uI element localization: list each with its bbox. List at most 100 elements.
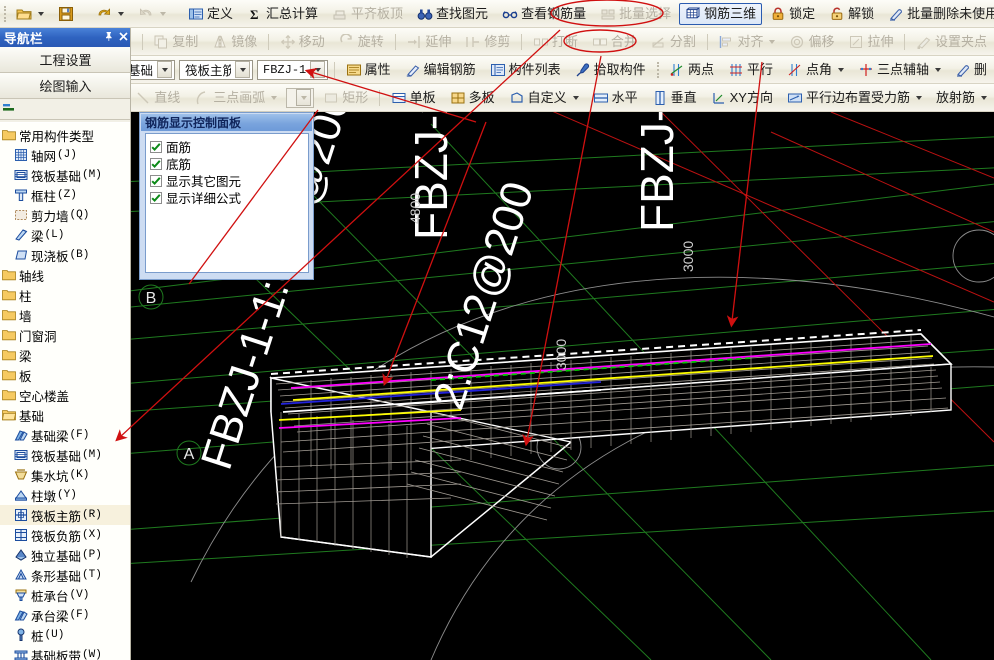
custom-tool-button[interactable]: 自定义	[503, 87, 585, 109]
checkbox-top-rebar[interactable]: 面筋	[150, 138, 308, 155]
two-point-axis-button[interactable]: 两点	[663, 59, 720, 81]
redo-button[interactable]	[132, 3, 172, 25]
chevron-down-icon[interactable]	[118, 11, 124, 16]
xy-direction-tool-button[interactable]: XY方向	[705, 87, 779, 109]
trim-button[interactable]: 修剪	[459, 31, 516, 53]
tree-item-foundation-slab-band[interactable]: 基础板带 (W)	[0, 645, 130, 660]
multi-slab-tool-button[interactable]: 多板	[444, 87, 501, 109]
tree-item-raft-negative-rebar[interactable]: 筏板负筋 (X)	[0, 525, 130, 545]
tree-group-wall[interactable]: 墙	[0, 305, 130, 325]
nav-btn-project-settings[interactable]: 工程设置	[0, 47, 130, 73]
tree-group-common[interactable]: 常用构件类型	[0, 125, 130, 145]
point-angle-axis-button[interactable]: 点角	[781, 59, 850, 81]
rotate-button[interactable]: 旋转	[333, 31, 390, 53]
batch-select-button[interactable]: 批量选择	[594, 3, 677, 25]
undo-button[interactable]	[90, 3, 130, 25]
tree-item-foundation-beam[interactable]: 基础梁 (F)	[0, 425, 130, 445]
chevron-down-icon[interactable]	[572, 95, 579, 100]
set-grip-button[interactable]: 设置夹点	[910, 31, 993, 53]
component-select[interactable]: FBZJ-1	[257, 59, 329, 80]
tree-item-cast-slab[interactable]: 现浇板 (B)	[0, 245, 130, 265]
component-type-tree[interactable]: 常用构件类型 轴网 (J) 筏板基础 (M) 框柱 (Z) 剪力墙 (Q) 梁 (L) 现浇板 (B) 轴…	[0, 122, 130, 660]
tree-item-axis-net[interactable]: 轴网 (J)	[0, 145, 130, 165]
three-point-arc-tool-button[interactable]: 三点画弧	[188, 87, 283, 109]
offset-button[interactable]: 偏移	[783, 31, 840, 53]
vertical-tool-button[interactable]: 垂直	[646, 87, 703, 109]
tree-item-beam[interactable]: 梁 (L)	[0, 225, 130, 245]
minimize-tree-icon[interactable]	[3, 101, 19, 117]
chevron-down-icon[interactable]	[916, 95, 922, 100]
split-button[interactable]: 分割	[645, 31, 702, 53]
checkbox-show-detail-formula[interactable]: 显示详细公式	[150, 189, 308, 206]
rebar-3d-button[interactable]: 钢筋三维	[679, 2, 763, 25]
nav-btn-draw-input[interactable]: 绘图输入	[0, 73, 130, 99]
parallel-edge-rebar-tool-button[interactable]: 平行边布置受力筋	[781, 87, 928, 109]
batch-delete-unused-button[interactable]: 批量删除未使用构件	[882, 3, 994, 25]
delete-aux-axis-button[interactable]: 删	[949, 59, 993, 81]
tree-item-raft-main-rebar[interactable]: 筏板主筋 (R)	[0, 505, 130, 525]
align-button[interactable]: 对齐	[712, 31, 781, 53]
component-select-arrow[interactable]	[310, 61, 326, 78]
line-tool-button[interactable]: 直线	[129, 87, 186, 109]
checkmark-icon[interactable]	[150, 157, 162, 170]
three-point-aux-axis-button[interactable]: 三点辅轴	[852, 59, 947, 81]
move-button[interactable]: 移动	[274, 31, 331, 53]
find-element-button[interactable]: 查找图元	[411, 3, 494, 25]
unlock-button[interactable]: 解锁	[823, 3, 880, 25]
component-type-select-arrow[interactable]	[235, 61, 251, 78]
tree-item-sump[interactable]: 集水坑 (K)	[0, 465, 130, 485]
flush-slab-top-button[interactable]: 平齐板顶	[326, 3, 409, 25]
arc-param-combo[interactable]	[286, 87, 315, 108]
tree-item-shear-wall[interactable]: 剪力墙 (Q)	[0, 205, 130, 225]
rebar-display-control-panel[interactable]: 钢筋显示控制面板 面筋 底筋 显示其它图元 显示详细公式	[139, 112, 314, 280]
tree-group-column[interactable]: 柱	[0, 285, 130, 305]
close-icon[interactable]	[116, 31, 130, 45]
chevron-down-icon[interactable]	[769, 39, 776, 44]
toolbar-grip[interactable]	[656, 61, 659, 78]
toolbar-grip[interactable]	[4, 5, 6, 22]
checkmark-icon[interactable]	[150, 140, 162, 153]
tree-item-pile[interactable]: 桩 (U)	[0, 625, 130, 645]
checkbox-show-other-elements[interactable]: 显示其它图元	[150, 172, 308, 189]
checkmark-icon[interactable]	[150, 174, 162, 187]
chevron-down-icon[interactable]	[981, 95, 988, 100]
category-select-arrow[interactable]	[157, 61, 173, 78]
pick-component-button[interactable]: 拾取构件	[569, 59, 652, 81]
tree-item-raft-foundation-2[interactable]: 筏板基础 (M)	[0, 445, 130, 465]
tree-group-foundation[interactable]: 基础	[0, 405, 130, 425]
tree-item-raft-foundation[interactable]: 筏板基础 (M)	[0, 165, 130, 185]
tree-item-pile-cap[interactable]: 桩承台 (V)	[0, 585, 130, 605]
view-rebar-quantity-button[interactable]: 查看钢筋量	[496, 3, 592, 25]
properties-button[interactable]: 属性	[340, 59, 397, 81]
tree-item-column-pier[interactable]: 柱墩 (Y)	[0, 485, 130, 505]
tree-item-strip-foundation[interactable]: 条形基础 (T)	[0, 565, 130, 585]
parallel-axis-button[interactable]: 平行	[722, 59, 779, 81]
arc-param-combo-arrow[interactable]	[296, 89, 312, 106]
chevron-down-icon[interactable]	[38, 11, 44, 16]
stretch-button[interactable]: 拉伸	[842, 31, 899, 53]
radial-rebar-tool-button[interactable]: 放射筋	[930, 87, 993, 109]
tree-item-frame-column[interactable]: 框柱 (Z)	[0, 185, 130, 205]
single-slab-tool-button[interactable]: 单板	[385, 87, 442, 109]
chevron-down-icon[interactable]	[935, 67, 941, 72]
tree-group-slab[interactable]: 板	[0, 365, 130, 385]
pin-icon[interactable]	[101, 31, 116, 45]
component-list-button[interactable]: 构件列表	[484, 59, 567, 81]
mirror-button[interactable]: 镜像	[206, 31, 263, 53]
chevron-down-icon[interactable]	[160, 11, 166, 16]
copy-button[interactable]: 复制	[147, 31, 204, 53]
save-button[interactable]	[52, 3, 80, 25]
chevron-down-icon[interactable]	[837, 67, 844, 72]
component-type-select[interactable]: 筏板主筋	[179, 59, 254, 80]
tree-group-axis[interactable]: 轴线	[0, 265, 130, 285]
checkbox-bottom-rebar[interactable]: 底筋	[150, 155, 308, 172]
extend-button[interactable]: 延伸	[400, 31, 457, 53]
chevron-down-icon[interactable]	[271, 95, 278, 100]
checkmark-icon[interactable]	[150, 191, 162, 204]
define-button[interactable]: 定义	[182, 3, 239, 25]
tree-group-door-window[interactable]: 门窗洞	[0, 325, 130, 345]
merge-button[interactable]: 合并	[586, 31, 643, 53]
lock-button[interactable]: 锁定	[764, 3, 821, 25]
tree-item-cap-beam[interactable]: 承台梁 (F)	[0, 605, 130, 625]
tree-item-isolated-foundation[interactable]: 独立基础 (P)	[0, 545, 130, 565]
